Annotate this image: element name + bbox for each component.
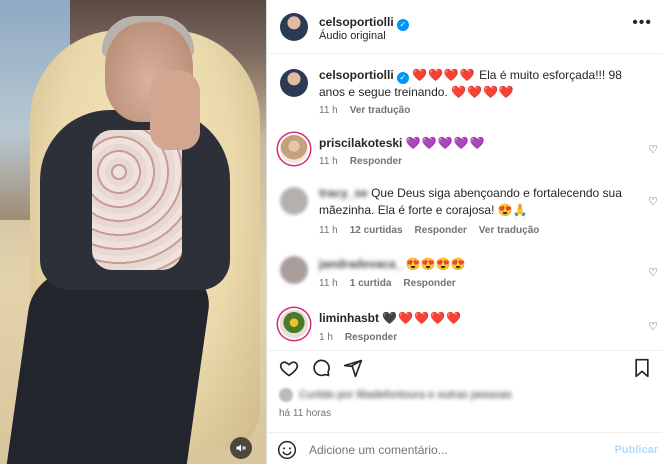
liked-by-line[interactable]: Curtido por liliadefontoura e outras pes… [279, 388, 512, 402]
comment-like-heart-icon[interactable]: ♡ [648, 320, 658, 333]
comment-time: 11 h [319, 225, 338, 236]
audio-label[interactable]: Áudio original [319, 30, 386, 42]
comments-list: celsoportiolli ✓ ❤️❤️❤️❤️ Ela é muito esf… [267, 55, 662, 348]
commenter-username[interactable]: priscilakoteski [319, 136, 402, 150]
post-header: celsoportiolli ✓ Áudio original ••• [267, 0, 662, 54]
translate-link[interactable]: Ver tradução [479, 225, 540, 236]
more-dots-icon[interactable]: ••• [632, 14, 652, 32]
verified-badge-icon: ✓ [396, 72, 409, 84]
post-side-panel: celsoportiolli ✓ Áudio original ••• celso… [267, 0, 662, 464]
comment-likes[interactable]: 1 curtida [350, 278, 392, 289]
caption-meta: 11 h Ver tradução [319, 105, 410, 116]
caption-time: 11 h [319, 105, 338, 116]
author-avatar[interactable] [280, 13, 308, 41]
comment-like-heart-icon[interactable]: ♡ [648, 266, 658, 279]
comment-like-heart-icon[interactable]: ♡ [648, 143, 658, 156]
post-actions [267, 350, 662, 384]
translate-link[interactable]: Ver tradução [350, 105, 411, 116]
speaker-muted-icon[interactable] [230, 437, 252, 459]
comment-like-heart-icon[interactable]: ♡ [648, 195, 658, 208]
commenter-avatar[interactable] [280, 310, 308, 338]
reply-button[interactable]: Responder [415, 225, 467, 236]
comment-text: 😍😍😍😍 [405, 257, 466, 271]
caption-hearts-end: ❤️❤️❤️❤️ [451, 85, 515, 99]
comment-input[interactable] [309, 440, 599, 460]
smiley-icon[interactable] [277, 440, 297, 460]
comment-time: 11 h [319, 156, 338, 167]
caption-username[interactable]: celsoportiolli [319, 68, 394, 82]
comment-meta: 11 h 1 curtida Responder [319, 278, 456, 289]
comment-meta: 11 h 12 curtidas Responder Ver tradução [319, 225, 539, 236]
author-username[interactable]: celsoportiolli [319, 15, 394, 29]
reply-button[interactable]: Responder [403, 278, 455, 289]
comment-text: 💜💜💜💜💜 [405, 136, 486, 150]
commenter-avatar[interactable] [280, 187, 308, 215]
comment-meta: 11 h Responder [319, 156, 402, 167]
heart-outline-icon[interactable] [278, 357, 300, 379]
figure-legs [5, 270, 215, 464]
figure-blouse [92, 130, 182, 270]
caption-hearts: ❤️❤️❤️❤️ [412, 68, 476, 82]
comment-time: 1 h [319, 332, 333, 343]
commenter-avatar[interactable] [280, 135, 308, 163]
comment-likes[interactable]: 12 curtidas [350, 225, 403, 236]
commenter-username[interactable]: tracy_se [319, 186, 368, 200]
caption-text: celsoportiolli ✓ ❤️❤️❤️❤️ Ela é muito esf… [319, 67, 639, 101]
comment-text: 🖤❤️❤️❤️❤️ [382, 311, 463, 325]
reply-button[interactable]: Responder [350, 156, 402, 167]
commenter-avatar[interactable] [280, 256, 308, 284]
commenter-username[interactable]: liminhasbt [319, 311, 379, 325]
comment-bubble-icon[interactable] [310, 357, 332, 379]
verified-badge-icon: ✓ [396, 19, 409, 31]
commenter-username[interactable]: jandradevaca_ [319, 257, 402, 271]
post-time: há 11 horas [279, 408, 332, 419]
publish-button[interactable]: Publicar [615, 444, 658, 456]
caption-avatar[interactable] [280, 69, 308, 97]
liked-by-text[interactable]: Curtido por liliadefontoura e outras pes… [299, 389, 512, 401]
comment-time: 11 h [319, 278, 338, 289]
figure-raised-hand [150, 70, 200, 150]
comment-meta: 1 h Responder [319, 332, 397, 343]
liker-avatar [279, 388, 293, 402]
paper-plane-icon[interactable] [342, 357, 364, 379]
post-media[interactable] [0, 0, 266, 464]
add-comment-bar: Publicar [267, 432, 662, 464]
reply-button[interactable]: Responder [345, 332, 397, 343]
bookmark-icon[interactable] [631, 357, 653, 379]
